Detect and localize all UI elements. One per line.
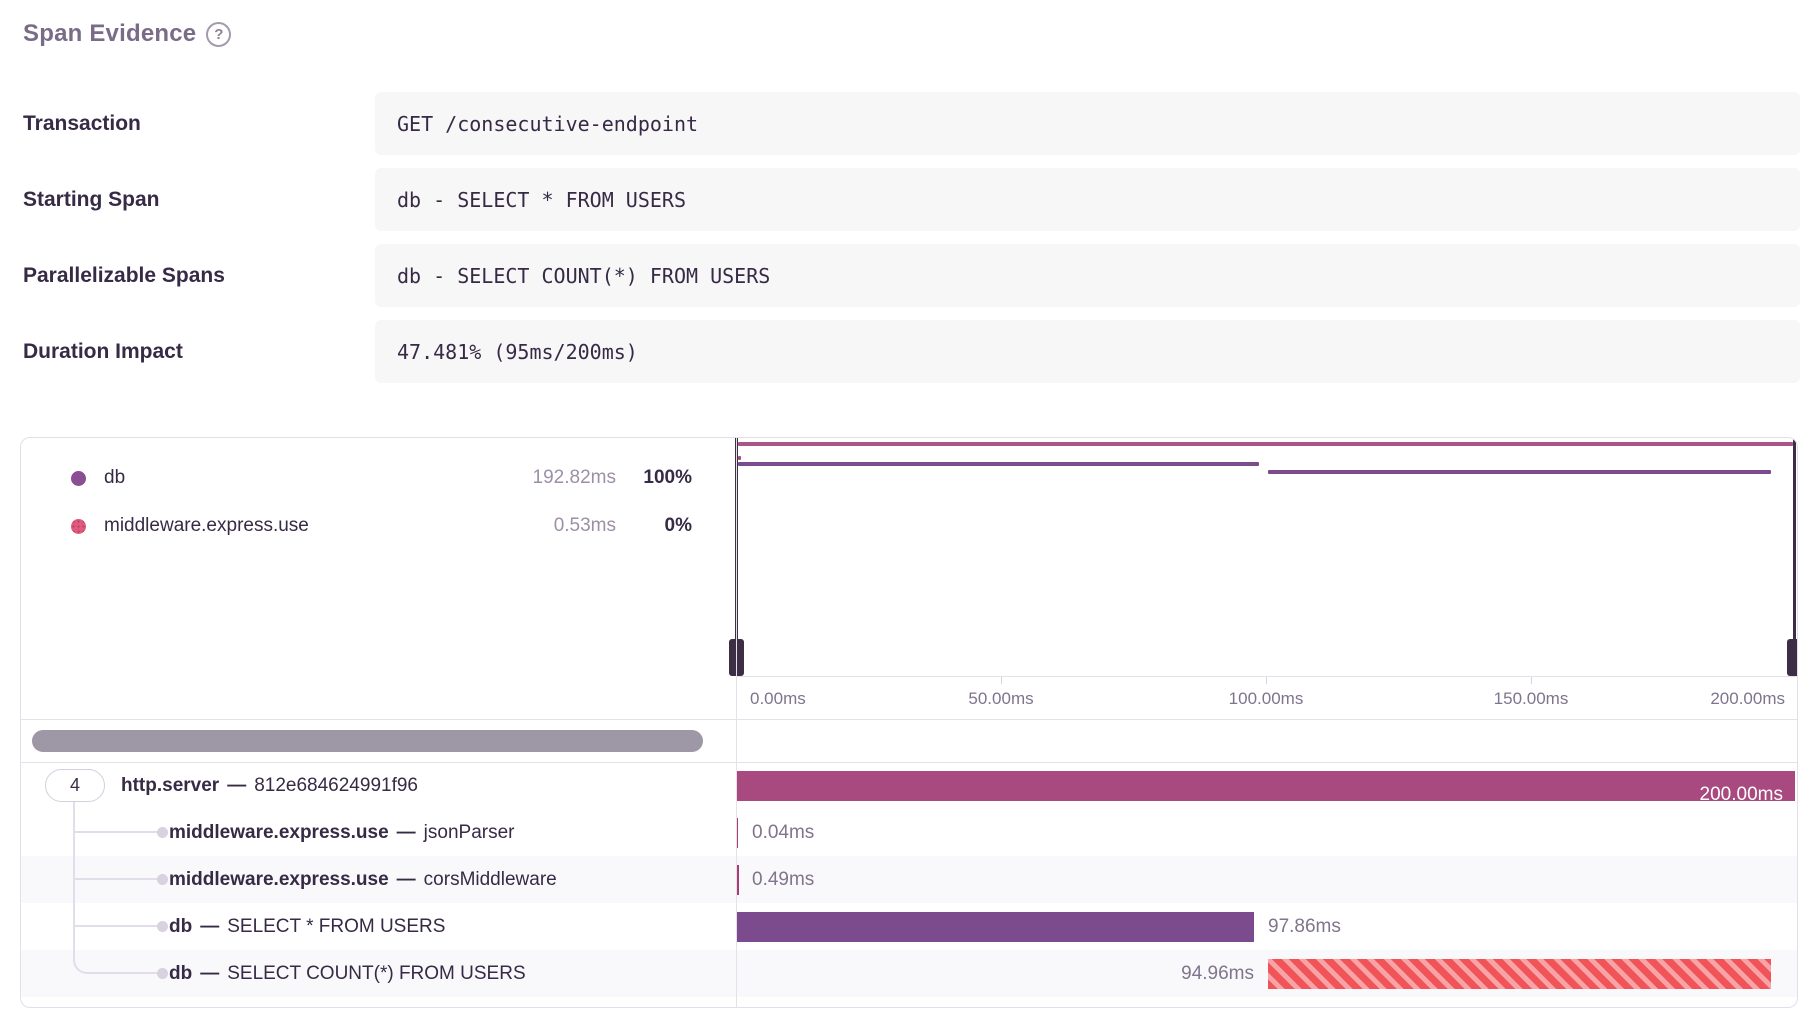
duration-bars: 200.00ms 0.04ms 0.49ms 97.86ms 94.96ms [736,762,1798,997]
span-op: db [169,963,192,985]
span-description: jsonParser [424,822,515,844]
panel-column-divider [736,438,737,1007]
legend-percent: 0% [616,515,692,537]
tree-horizontal-scrollbar[interactable] [32,730,703,752]
span-bar-http-server[interactable]: 200.00ms [736,771,1795,801]
bar-row-db-count[interactable]: 94.96ms [736,950,1798,997]
bar-row-http-server[interactable]: 200.00ms [736,762,1798,809]
span-bar-db-select[interactable] [736,912,1254,942]
tree-node-dot-icon [157,827,168,838]
minimap-span-db-count [1268,470,1771,474]
span-row-db-count[interactable]: db — SELECT COUNT(*) FROM USERS [169,950,526,997]
span-bar-db-count[interactable] [1268,959,1771,989]
tree-connector [73,802,159,974]
legend-percent: 100% [616,467,692,489]
legend-duration: 0.53ms [496,515,616,537]
page-header: Span Evidence ? [23,20,231,48]
evidence-label: Parallelizable Spans [23,244,375,307]
dash-separator: — [397,869,416,891]
evidence-label: Starting Span [23,168,375,231]
dash-separator: — [200,916,219,938]
bar-row-cors-middleware[interactable]: 0.49ms [736,856,1798,903]
evidence-value: 47.481% (95ms/200ms) [375,320,1800,383]
duration-label: 97.86ms [1268,903,1341,950]
legend-duration: 192.82ms [496,467,616,489]
tree-node-dot-icon [157,921,168,932]
legend-item-db: db 192.82ms 100% [21,454,736,502]
span-op: middleware.express.use [169,822,389,844]
span-row-db-select[interactable]: db — SELECT * FROM USERS [169,903,445,950]
span-op: db [169,916,192,938]
minimap-span-http-server [738,442,1793,446]
span-row-json-parser[interactable]: middleware.express.use — jsonParser [169,809,515,856]
evidence-row-duration-impact: Duration Impact 47.481% (95ms/200ms) [23,320,1800,383]
axis-tick [1266,677,1267,684]
tree-node-dot-icon [157,874,168,885]
axis-label-150ms: 150.00ms [1494,689,1569,709]
minimap-right-grip-icon[interactable] [1787,639,1798,676]
legend-op-name: middleware.express.use [104,515,496,537]
span-evidence-page: Span Evidence ? Transaction GET /consecu… [0,0,1820,1020]
tree-connector [74,925,159,927]
axis-label-0ms: 0.00ms [750,689,806,709]
minimap-right-handle[interactable] [1793,438,1796,676]
evidence-value: GET /consecutive-endpoint [375,92,1800,155]
tree-connector [74,831,159,833]
evidence-row-starting-span: Starting Span db - SELECT * FROM USERS [23,168,1800,231]
divider [21,719,1797,720]
tree-connector [74,878,159,880]
legend-item-middleware: middleware.express.use 0.53ms 0% [21,502,736,550]
evidence-label: Duration Impact [23,320,375,383]
db-swatch-icon [71,471,86,486]
dash-separator: — [227,775,246,797]
duration-label: 0.04ms [752,809,814,856]
axis-label-100ms: 100.00ms [1229,689,1304,709]
evidence-value: db - SELECT COUNT(*) FROM USERS [375,244,1800,307]
middleware-swatch-icon [71,519,86,534]
duration-label: 0.49ms [752,856,814,903]
span-op: middleware.express.use [169,869,389,891]
axis-label-50ms: 50.00ms [968,689,1033,709]
span-count-badge[interactable]: 4 [45,769,105,802]
ops-legend: db 192.82ms 100% middleware.express.use … [21,454,736,550]
axis-tick [1001,677,1002,684]
evidence-row-transaction: Transaction GET /consecutive-endpoint [23,92,1800,155]
evidence-value: db - SELECT * FROM USERS [375,168,1800,231]
axis-tick [1531,677,1532,684]
span-description: corsMiddleware [424,869,557,891]
bar-row-json-parser[interactable]: 0.04ms [736,809,1798,856]
legend-op-name: db [104,467,496,489]
page-title: Span Evidence [23,20,196,48]
axis-label-200ms: 200.00ms [1710,689,1785,709]
trace-minimap[interactable] [736,438,1795,676]
span-waterfall-panel: db 192.82ms 100% middleware.express.use … [20,437,1798,1008]
evidence-label: Transaction [23,92,375,155]
bar-row-db-select[interactable]: 97.86ms [736,903,1798,950]
duration-label: 94.96ms [736,950,1254,997]
span-description: SELECT * FROM USERS [227,916,445,938]
time-axis: 0.00ms 50.00ms 100.00ms 150.00ms 200.00m… [736,676,1798,719]
evidence-list: Transaction GET /consecutive-endpoint St… [23,92,1800,396]
dash-separator: — [397,822,416,844]
span-description: SELECT COUNT(*) FROM USERS [227,963,525,985]
tree-node-dot-icon [157,968,168,979]
span-row-cors-middleware[interactable]: middleware.express.use — corsMiddleware [169,856,557,903]
dash-separator: — [200,963,219,985]
span-row-http-server[interactable]: http.server — 812e684624991f96 [121,762,418,809]
evidence-row-parallelizable-spans: Parallelizable Spans db - SELECT COUNT(*… [23,244,1800,307]
help-icon[interactable]: ? [206,22,231,47]
span-description: 812e684624991f96 [254,775,418,797]
span-op: http.server [121,775,219,797]
minimap-span-middleware [738,456,741,460]
span-tree: 4 http.server — 812e684624991f96 middlew… [21,762,736,997]
minimap-span-db-select [738,462,1259,466]
